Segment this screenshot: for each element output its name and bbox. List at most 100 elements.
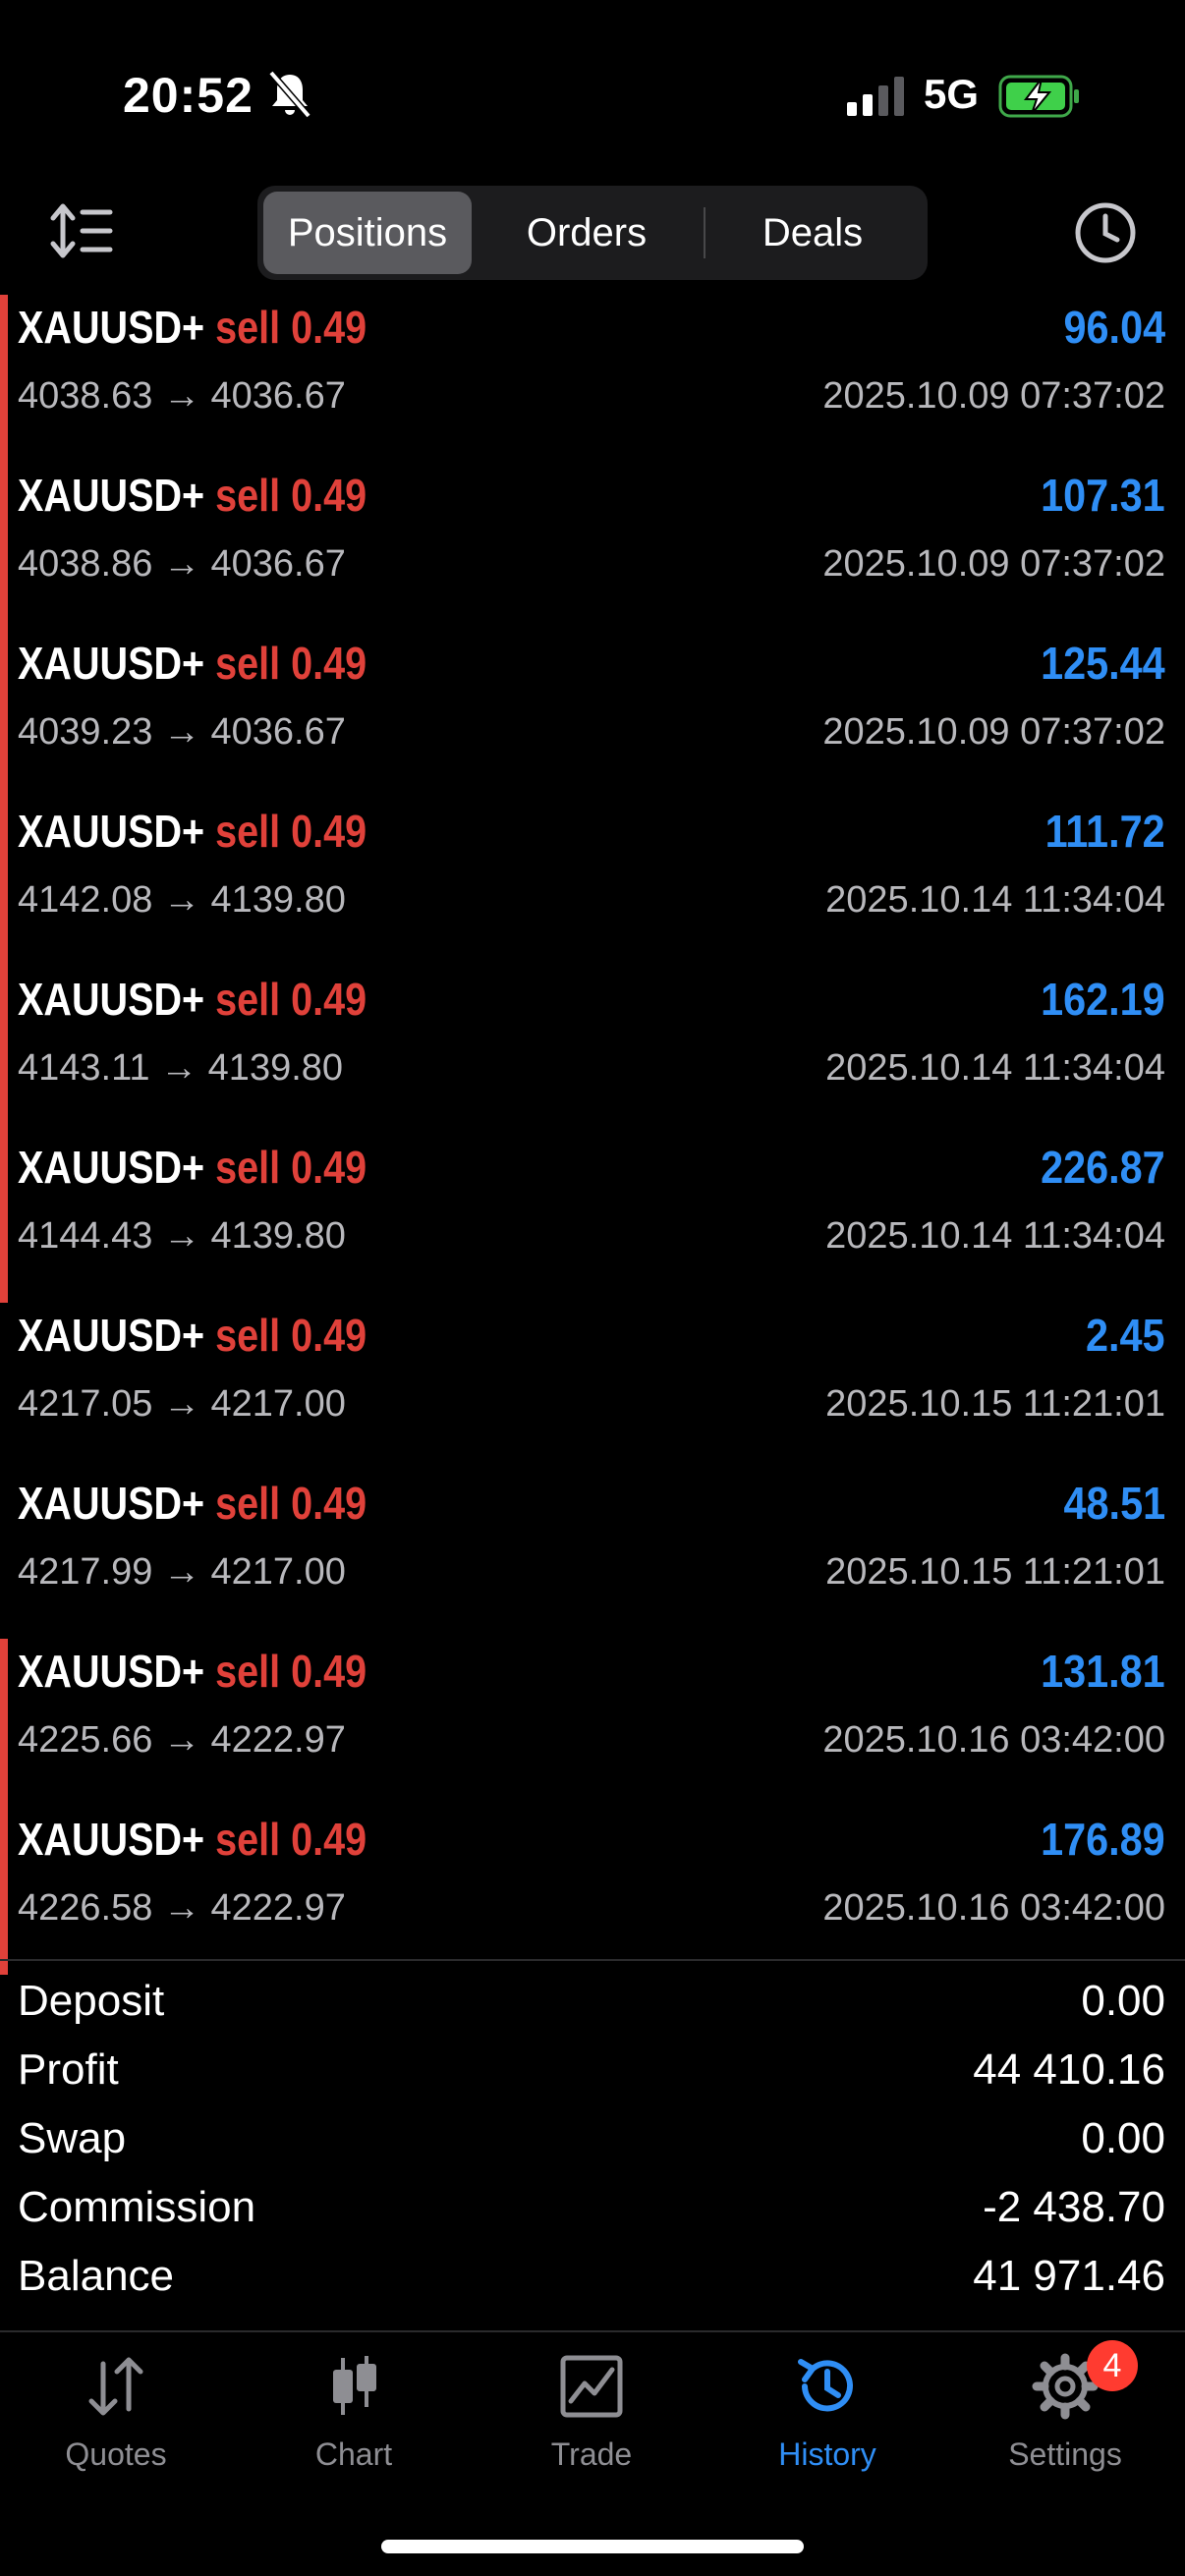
deal-row[interactable]: XAUUSD+ sell 0.49 4217.05 → 4217.00 2.45 20…: [0, 1303, 1185, 1471]
deal-prices: 4038.63 → 4036.67: [18, 375, 346, 418]
tab-positions[interactable]: Positions: [263, 192, 472, 274]
summary-row-profit: Profit 44 410.16: [0, 2042, 1185, 2110]
tab-quotes[interactable]: Quotes: [18, 2352, 214, 2473]
tab-label: Settings: [1008, 2436, 1122, 2472]
deal-row[interactable]: XAUUSD+ sell 0.49 4225.66 → 4222.97 131.81…: [0, 1639, 1185, 1807]
open-price: 4143.11: [18, 1047, 150, 1089]
summary-label: Balance: [18, 2252, 175, 2300]
settings-badge: 4: [1087, 2340, 1138, 2391]
quotes-arrows-icon: [88, 2357, 143, 2416]
history-segmented-control: Positions Orders Deals: [257, 186, 928, 280]
deal-volume: 0.49: [291, 1646, 367, 1697]
deal-datetime: 2025.10.16 03:42:00: [822, 1719, 1165, 1761]
deal-profit: 162.19: [1041, 974, 1165, 1025]
summary-value: -2 438.70: [983, 2183, 1165, 2231]
home-indicator[interactable]: [381, 2540, 804, 2553]
arrow-right-icon: →: [162, 1383, 200, 1425]
deal-row[interactable]: XAUUSD+ sell 0.49 4039.23 → 4036.67 125.44…: [0, 631, 1185, 799]
deal-symbol-line: XAUUSD+ sell 0.49: [18, 637, 367, 690]
deal-row[interactable]: XAUUSD+ sell 0.49 4142.08 → 4139.80 111.72…: [0, 799, 1185, 967]
account-summary: Deposit 0.00 Profit 44 410.16 Swap 0.00 Commis…: [0, 1973, 1185, 2317]
deal-datetime: 2025.10.15 11:21:01: [825, 1551, 1165, 1593]
summary-row-commission: Commission -2 438.70: [0, 2179, 1185, 2248]
open-price: 4225.66: [18, 1719, 153, 1761]
deal-side: sell: [215, 1142, 281, 1193]
deal-row[interactable]: XAUUSD+ sell 0.49 4144.43 → 4139.80 226.87…: [0, 1135, 1185, 1303]
deal-symbol-line: XAUUSD+ sell 0.49: [18, 1309, 367, 1362]
summary-row-swap: Swap 0.00: [0, 2110, 1185, 2179]
close-price: 4217.00: [210, 1383, 346, 1425]
deal-row[interactable]: XAUUSD+ sell 0.49 4038.86 → 4036.67 107.31…: [0, 463, 1185, 631]
deal-volume: 0.49: [291, 1310, 367, 1361]
deal-datetime: 2025.10.09 07:37:02: [822, 543, 1165, 585]
clock-icon[interactable]: [1073, 200, 1138, 265]
trade-chart-icon: [560, 2355, 623, 2418]
deal-symbol-line: XAUUSD+ sell 0.49: [18, 1813, 367, 1866]
tab-label: Quotes: [65, 2436, 167, 2472]
deal-symbol-line: XAUUSD+ sell 0.49: [18, 469, 367, 522]
deal-symbol-line: XAUUSD+ sell 0.49: [18, 1141, 367, 1194]
deal-row[interactable]: XAUUSD+ sell 0.49 4038.63 → 4036.67 96.04 2…: [0, 295, 1185, 463]
deal-symbol-line: XAUUSD+ sell 0.49: [18, 973, 367, 1026]
deal-volume: 0.49: [291, 470, 367, 521]
tab-settings[interactable]: 4 Settings: [967, 2340, 1163, 2473]
deal-side: sell: [215, 806, 281, 857]
tab-label: History: [778, 2436, 876, 2472]
deal-prices: 4225.66 → 4222.97: [18, 1719, 346, 1762]
deal-side: sell: [215, 1478, 281, 1529]
open-price: 4217.05: [18, 1383, 153, 1425]
network-type: 5G: [924, 71, 980, 117]
divider: [0, 1959, 1185, 1961]
deal-symbol: XAUUSD+: [18, 974, 205, 1025]
open-price: 4038.63: [18, 375, 153, 417]
deal-symbol: XAUUSD+: [18, 1478, 205, 1529]
deal-side: sell: [215, 1310, 281, 1361]
summary-value: 0.00: [1081, 2114, 1165, 2162]
summary-row-balance: Balance 41 971.46: [0, 2248, 1185, 2317]
tab-deals[interactable]: Deals: [704, 192, 922, 274]
deal-profit: 111.72: [1044, 806, 1165, 857]
arrow-right-icon: →: [162, 711, 200, 753]
open-price: 4144.43: [18, 1215, 153, 1257]
deal-datetime: 2025.10.14 11:34:04: [825, 1215, 1165, 1257]
arrow-right-icon: →: [162, 1215, 200, 1257]
arrow-right-icon: →: [162, 879, 200, 921]
deal-prices: 4226.58 → 4222.97: [18, 1887, 346, 1930]
deal-volume: 0.49: [291, 1478, 367, 1529]
deal-symbol: XAUUSD+: [18, 638, 205, 689]
deal-volume: 0.49: [291, 302, 367, 353]
deal-volume: 0.49: [291, 974, 367, 1025]
tab-chart[interactable]: Chart: [255, 2352, 452, 2473]
deal-symbol-line: XAUUSD+ sell 0.49: [18, 805, 367, 858]
deal-symbol: XAUUSD+: [18, 302, 205, 353]
deal-profit: 131.81: [1041, 1646, 1165, 1697]
summary-label: Swap: [18, 2114, 127, 2162]
deal-side: sell: [215, 302, 281, 353]
deal-row[interactable]: XAUUSD+ sell 0.49 4226.58 → 4222.97 176.89…: [0, 1807, 1185, 1975]
deal-profit: 125.44: [1041, 638, 1165, 689]
summary-value: 41 971.46: [973, 2252, 1165, 2300]
deal-profit: 96.04: [1063, 302, 1165, 353]
deal-profit: 2.45: [1086, 1310, 1165, 1361]
deal-symbol: XAUUSD+: [18, 1646, 205, 1697]
deal-row[interactable]: XAUUSD+ sell 0.49 4143.11 → 4139.80 162.19…: [0, 967, 1185, 1135]
open-price: 4142.08: [18, 879, 153, 921]
deal-row[interactable]: XAUUSD+ sell 0.49 4217.99 → 4217.00 48.51 2…: [0, 1471, 1185, 1639]
tab-history[interactable]: History: [729, 2352, 926, 2473]
close-price: 4036.67: [210, 375, 346, 417]
tab-trade[interactable]: Trade: [493, 2352, 690, 2473]
open-price: 4039.23: [18, 711, 153, 753]
deal-side: sell: [215, 974, 281, 1025]
sort-icon[interactable]: [47, 196, 116, 265]
deals-list: XAUUSD+ sell 0.49 4038.63 → 4036.67 96.04 2…: [0, 295, 1185, 1975]
deal-datetime: 2025.10.15 11:21:01: [825, 1383, 1165, 1425]
deal-symbol-line: XAUUSD+ sell 0.49: [18, 1477, 367, 1530]
deal-prices: 4217.05 → 4217.00: [18, 1383, 346, 1426]
deal-symbol-line: XAUUSD+ sell 0.49: [18, 301, 367, 354]
summary-value: 44 410.16: [973, 2045, 1165, 2094]
tab-orders[interactable]: Orders: [478, 192, 696, 274]
deal-prices: 4038.86 → 4036.67: [18, 543, 346, 586]
battery-charging-icon: [998, 75, 1079, 118]
deal-volume: 0.49: [291, 1142, 367, 1193]
arrow-right-icon: →: [160, 1047, 198, 1089]
